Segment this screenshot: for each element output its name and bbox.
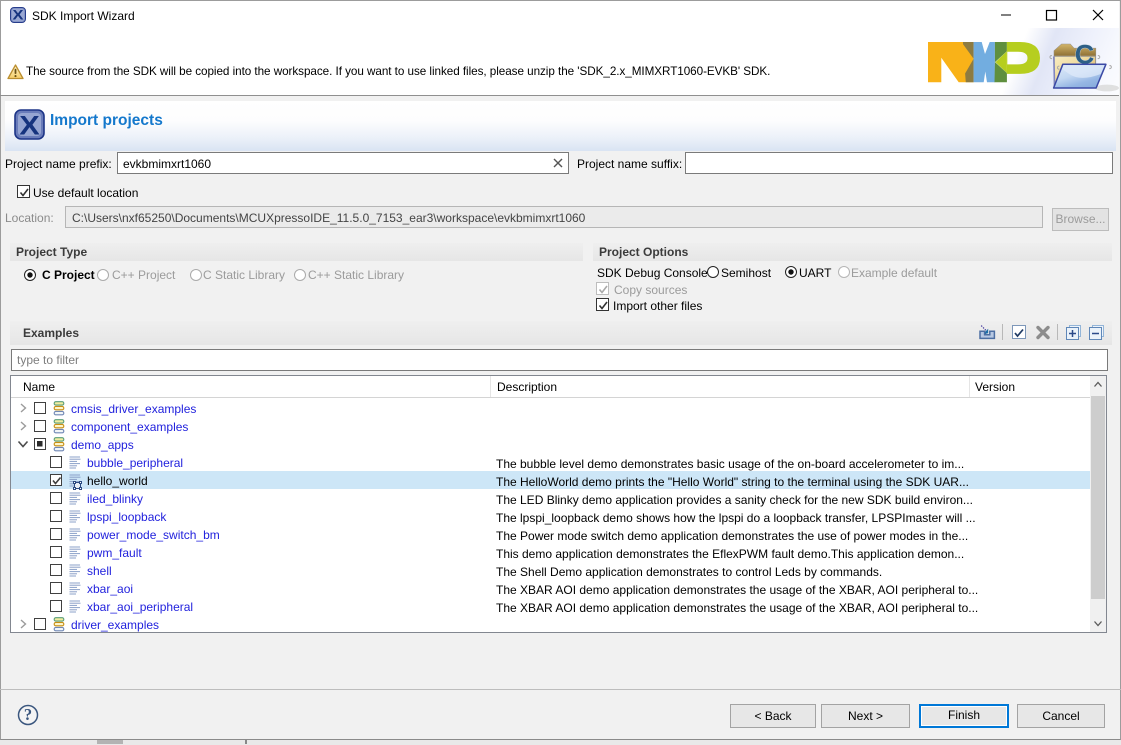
- svg-text:X: X: [19, 111, 40, 141]
- svg-text:X: X: [13, 8, 24, 23]
- svg-text:?: ?: [24, 705, 32, 724]
